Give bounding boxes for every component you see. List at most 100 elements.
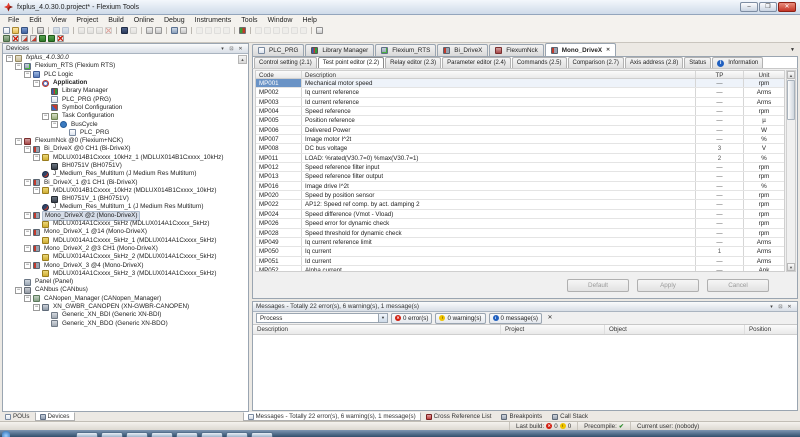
wrench-tools-icon[interactable] bbox=[239, 27, 246, 34]
virtual-keyboard-icon[interactable] bbox=[316, 27, 323, 34]
build-icon[interactable] bbox=[180, 27, 187, 34]
tree-item[interactable]: −fxplus_4.0.30.0 bbox=[3, 54, 248, 62]
table-row[interactable]: MP050Iq current1Arms bbox=[256, 247, 784, 256]
table-row[interactable]: MP006Delivered Power—W bbox=[256, 126, 784, 135]
table-row[interactable]: MP026Speed error for dynamic check—rpm bbox=[256, 219, 784, 228]
editor-tab-comparison-2-7-[interactable]: Comparison (2.7) bbox=[568, 57, 624, 68]
tree-item[interactable]: −PLC Logic bbox=[3, 71, 248, 79]
warnings-filter-button[interactable]: ! 0 warning(s) bbox=[435, 313, 485, 324]
online-params-icon[interactable] bbox=[39, 35, 46, 42]
collapse-icon[interactable]: − bbox=[24, 146, 31, 153]
tree-scroll-up-icon[interactable]: ▲ bbox=[238, 55, 247, 64]
tree-item[interactable]: −Bi_DriveX_1 @1 CH1 (Bi-DriveX) bbox=[3, 178, 248, 186]
collapse-icon[interactable]: − bbox=[24, 229, 31, 236]
tree-item[interactable]: −Mono_DriveX @2 (Mono-DriveX) bbox=[3, 212, 248, 220]
taskbar-button[interactable] bbox=[176, 432, 198, 437]
tree-item[interactable]: −CANbus (CANbus) bbox=[3, 286, 248, 294]
table-scrollbar[interactable]: ▲ ▼ bbox=[786, 70, 796, 272]
tab-library manager[interactable]: Library Manager bbox=[305, 44, 374, 56]
save-icon[interactable] bbox=[21, 27, 28, 34]
table-row[interactable]: MP052Alpha current—Apk bbox=[256, 266, 784, 272]
tree-item[interactable]: Symbol Configuration bbox=[3, 104, 248, 112]
menu-instruments[interactable]: Instruments bbox=[190, 17, 237, 24]
combo-dropdown-icon[interactable]: ▼ bbox=[378, 314, 387, 322]
collapse-icon[interactable]: − bbox=[24, 295, 31, 302]
menu-project[interactable]: Project bbox=[71, 17, 103, 24]
scroll-up-icon[interactable]: ▲ bbox=[787, 71, 795, 79]
collapse-icon[interactable]: − bbox=[24, 71, 31, 78]
tree-item[interactable]: −Mono_DriveX_3 @4 (Mono-DriveX) bbox=[3, 261, 248, 269]
write-protect-off-icon[interactable] bbox=[30, 35, 37, 42]
taskbar-button[interactable] bbox=[251, 432, 273, 437]
tree-item[interactable]: Generic_XN_BDI (Generic XN-BDI) bbox=[3, 311, 248, 319]
collapse-icon[interactable]: − bbox=[24, 245, 31, 252]
editor-tab-parameter-editor-2-4-[interactable]: Parameter editor (2.4) bbox=[442, 57, 511, 68]
start-button-icon[interactable] bbox=[2, 431, 10, 437]
messages-column-description[interactable]: Description bbox=[253, 325, 501, 334]
collapse-icon[interactable]: − bbox=[24, 179, 31, 186]
bottom-tab-devices[interactable]: Devices bbox=[35, 412, 75, 421]
redo-icon[interactable] bbox=[62, 27, 69, 34]
tree-item[interactable]: −BusCycle bbox=[3, 120, 248, 128]
open-project-icon[interactable] bbox=[12, 27, 19, 34]
table-row[interactable]: MP011LOAD: %rated(V30.7=0) %max(V30.7=1)… bbox=[256, 154, 784, 163]
stop-icon[interactable] bbox=[223, 27, 230, 34]
editor-tab-control-setting-2-1-[interactable]: Control setting (2.1) bbox=[254, 57, 317, 68]
step-over-icon[interactable] bbox=[255, 27, 262, 34]
find-icon[interactable] bbox=[121, 27, 128, 34]
collapse-icon[interactable]: − bbox=[51, 121, 58, 128]
tab-plc_prg[interactable]: PLC_PRG bbox=[252, 44, 304, 56]
tab-list-dropdown-icon[interactable]: ▼ bbox=[787, 45, 798, 56]
collapse-icon[interactable]: − bbox=[24, 212, 31, 219]
messages-close-icon[interactable]: ✕ bbox=[785, 304, 794, 310]
taskbar-button[interactable] bbox=[101, 432, 123, 437]
taskbar-button[interactable] bbox=[76, 432, 98, 437]
write-protect-on-icon[interactable] bbox=[21, 35, 28, 42]
tree-item[interactable]: PLC_PRG (PRG) bbox=[3, 95, 248, 103]
table-row[interactable]: MP012Speed reference filter input—rpm bbox=[256, 163, 784, 172]
column-header-unit[interactable]: Unit bbox=[744, 71, 784, 78]
tree-item[interactable]: MDLUX014A1Cxxxx_5kHz_1 (MDLUX014A1Cxxxx_… bbox=[3, 237, 248, 245]
column-header-description[interactable]: Description bbox=[302, 71, 696, 78]
cut-icon[interactable] bbox=[78, 27, 85, 34]
tab-close-icon[interactable]: ✕ bbox=[606, 47, 610, 53]
table-row[interactable]: MP007Image motor I^2t—% bbox=[256, 135, 784, 144]
tree-item[interactable]: −CANopen_Manager (CANopen_Manager) bbox=[3, 295, 248, 303]
table-row[interactable]: MP028Speed threshold for dynamic check—r… bbox=[256, 229, 784, 238]
collapse-icon[interactable]: − bbox=[15, 63, 22, 70]
run-icon[interactable] bbox=[214, 27, 221, 34]
scroll-down-icon[interactable]: ▼ bbox=[787, 263, 795, 271]
tree-item[interactable]: −XN_GWBR_CANOPEN (XN-GWBR-CANOPEN) bbox=[3, 303, 248, 311]
collapse-icon[interactable]: − bbox=[33, 304, 40, 311]
devices-pin-icon[interactable]: ⊡ bbox=[227, 46, 236, 52]
reset-icon[interactable] bbox=[282, 27, 289, 34]
table-row[interactable]: MP016Image drive I^2t—% bbox=[256, 182, 784, 191]
collapse-icon[interactable]: − bbox=[24, 262, 31, 269]
tree-item[interactable]: J_Medium_Res_Multiturn (J Medium Res Mul… bbox=[3, 170, 248, 178]
bottom-tab-pous[interactable]: POUs bbox=[0, 412, 35, 421]
tree-item[interactable]: −FlexumNck @0 (Flexium+NCK) bbox=[3, 137, 248, 145]
errors-filter-button[interactable]: ✕ 0 error(s) bbox=[391, 313, 432, 324]
tree-item[interactable]: BH0751V_1 (BH0751V) bbox=[3, 195, 248, 203]
table-row[interactable]: MP051Id current—Arms bbox=[256, 257, 784, 266]
tree-item[interactable]: MDLUX014A1Cxxxx_5kHz_2 (MDLUX014A1Cxxxx_… bbox=[3, 253, 248, 261]
messages-column-object[interactable]: Object bbox=[605, 325, 745, 334]
breakpoint-icon[interactable] bbox=[291, 27, 298, 34]
clear-errors-icon[interactable] bbox=[57, 35, 64, 42]
tab-flexumnck[interactable]: FlexumNck bbox=[489, 44, 544, 56]
taskbar-button[interactable] bbox=[126, 432, 148, 437]
online-values-icon[interactable] bbox=[48, 35, 55, 42]
tree-item[interactable]: BH0751V (BH0751V) bbox=[3, 162, 248, 170]
tree-item[interactable]: −Application bbox=[3, 79, 248, 87]
menu-debug[interactable]: Debug bbox=[159, 17, 190, 24]
menu-build[interactable]: Build bbox=[103, 17, 129, 24]
collapse-icon[interactable]: − bbox=[33, 187, 40, 194]
table-row[interactable]: MP008DC bus voltage3V bbox=[256, 144, 784, 153]
editor-tab-relay-editor-2-3-[interactable]: Relay editor (2.3) bbox=[385, 57, 441, 68]
tree-item[interactable]: −Mono_DriveX_2 @3 CH1 (Mono-DriveX) bbox=[3, 245, 248, 253]
monitor-icon[interactable] bbox=[171, 27, 178, 34]
apply-button[interactable]: Apply bbox=[637, 279, 699, 292]
message-filter-select[interactable]: Process ▼ bbox=[256, 313, 388, 323]
collapse-icon[interactable]: − bbox=[6, 55, 13, 62]
io-mapping-icon[interactable] bbox=[3, 35, 10, 42]
